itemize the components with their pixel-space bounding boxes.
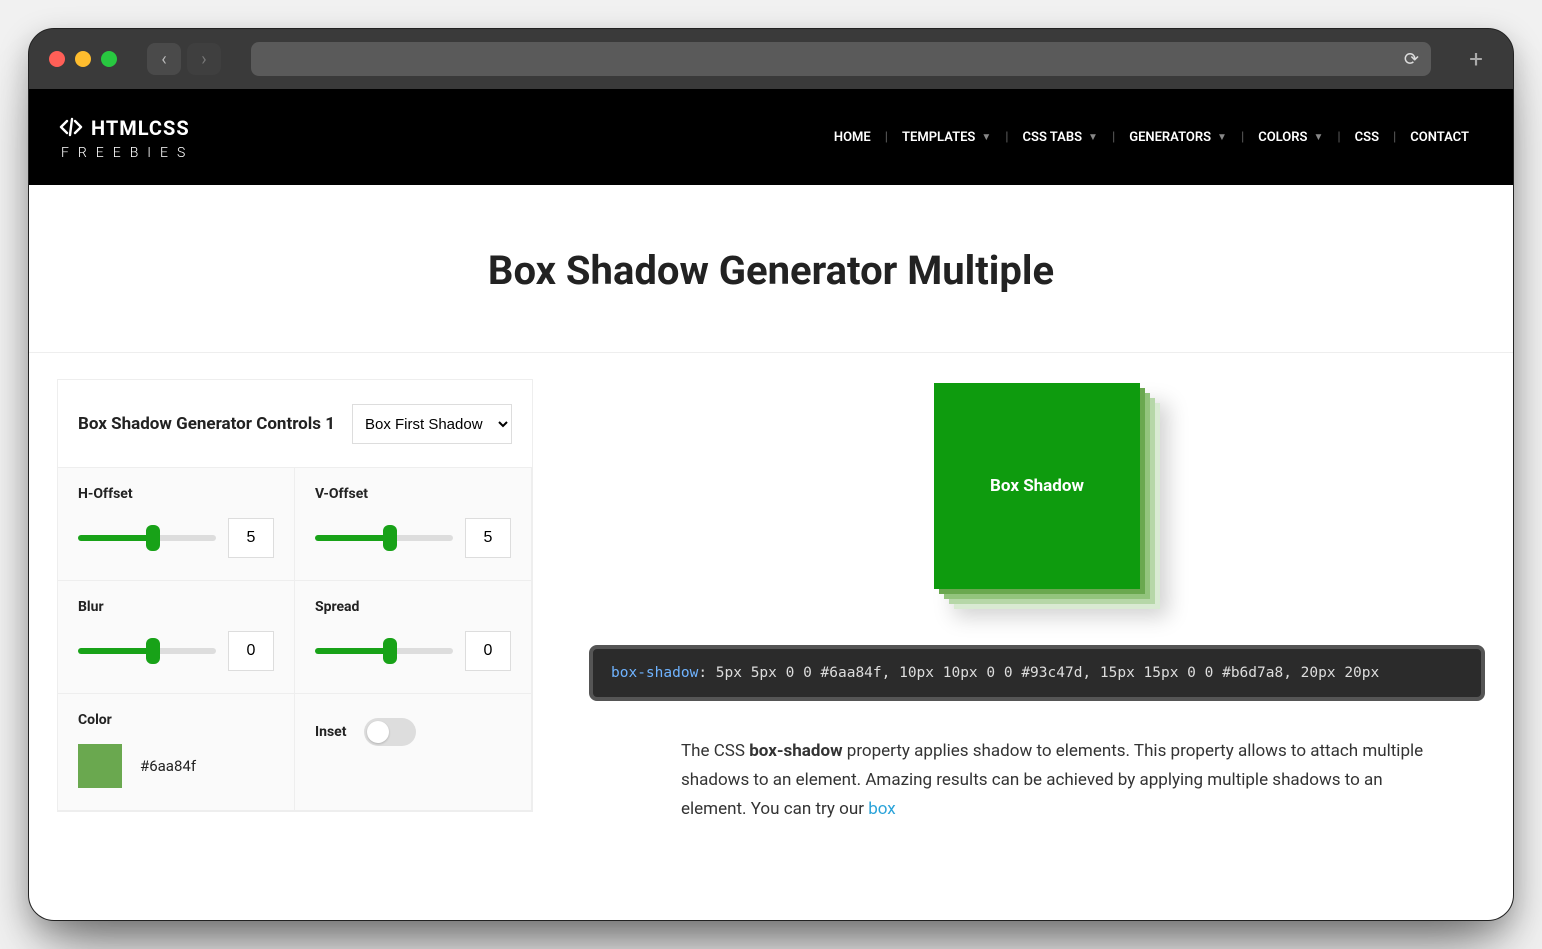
blur-value[interactable]	[228, 631, 274, 671]
blur-slider[interactable]	[78, 648, 216, 654]
new-tab-button[interactable]: +	[1459, 42, 1493, 76]
spread-slider[interactable]	[315, 648, 453, 654]
controls-panel: Box Shadow Generator Controls 1 Box Firs…	[57, 379, 533, 812]
box-shadow-link[interactable]: box	[868, 799, 896, 819]
desc-bold: box-shadow	[749, 741, 842, 761]
browser-window: ‹ › ⟳ + HTMLCSS FREEBIES HOME | TEM	[28, 28, 1514, 921]
desc-part: The CSS	[681, 741, 749, 761]
site-header: HTMLCSS FREEBIES HOME | TEMPLATES▼ | CSS…	[29, 89, 1513, 185]
nav-buttons: ‹ ›	[147, 43, 221, 75]
control-blur: Blur	[57, 580, 295, 694]
inset-label: Inset	[315, 724, 346, 740]
color-swatch[interactable]	[78, 744, 122, 788]
h-offset-value[interactable]	[228, 518, 274, 558]
browser-titlebar: ‹ › ⟳ +	[29, 29, 1513, 89]
nav-css-tabs-label: CSS TABS	[1023, 130, 1083, 145]
reload-icon[interactable]: ⟳	[1404, 49, 1419, 70]
nav-contact[interactable]: CONTACT	[1396, 130, 1483, 145]
nav-css[interactable]: CSS	[1341, 130, 1393, 145]
v-offset-label: V-Offset	[315, 486, 511, 502]
control-spread: Spread	[294, 580, 532, 694]
nav-home[interactable]: HOME	[820, 130, 885, 145]
chevron-down-icon: ▼	[1088, 132, 1098, 143]
description-text: The CSS box-shadow property applies shad…	[681, 737, 1452, 824]
css-value: : 5px 5px 0 0 #6aa84f, 10px 10px 0 0 #93…	[698, 665, 1379, 681]
toggle-knob	[367, 721, 389, 743]
color-label: Color	[78, 712, 274, 728]
control-h-offset: H-Offset	[57, 467, 295, 581]
address-bar[interactable]: ⟳	[251, 42, 1431, 76]
traffic-lights	[49, 51, 117, 67]
inset-toggle[interactable]	[364, 718, 416, 746]
box-shadow-preview: Box Shadow	[934, 383, 1140, 589]
css-property: box-shadow	[611, 665, 698, 681]
chevron-down-icon: ▼	[1313, 132, 1323, 143]
controls-title: Box Shadow Generator Controls 1	[78, 414, 335, 434]
nav-colors[interactable]: COLORS ▼	[1244, 130, 1337, 145]
nav-generators[interactable]: GENERATORS ▼	[1115, 130, 1241, 145]
preview-label: Box Shadow	[990, 476, 1084, 496]
page-title: Box Shadow Generator Multiple	[29, 185, 1513, 352]
nav-templates[interactable]: TEMPLATES ▼	[888, 130, 1005, 145]
v-offset-value[interactable]	[465, 518, 511, 558]
control-inset: Inset	[294, 693, 532, 811]
code-icon	[59, 115, 83, 142]
control-color: Color #6aa84f	[57, 693, 295, 811]
css-output[interactable]: box-shadow: 5px 5px 0 0 #6aa84f, 10px 10…	[589, 645, 1485, 701]
maximize-window-button[interactable]	[101, 51, 117, 67]
site-logo[interactable]: HTMLCSS FREEBIES	[59, 115, 194, 160]
chevron-down-icon: ▼	[981, 132, 991, 143]
logo-text-top: HTMLCSS	[91, 118, 190, 138]
minimize-window-button[interactable]	[75, 51, 91, 67]
shadow-layer-select[interactable]: Box First Shadow	[352, 404, 512, 444]
forward-button[interactable]: ›	[187, 43, 221, 75]
h-offset-slider[interactable]	[78, 535, 216, 541]
main-nav: HOME | TEMPLATES▼ | CSS TABS▼ | GENERATO…	[820, 130, 1483, 145]
page-viewport: HTMLCSS FREEBIES HOME | TEMPLATES▼ | CSS…	[29, 89, 1513, 920]
close-window-button[interactable]	[49, 51, 65, 67]
page-content: Box Shadow Generator Multiple Box Shadow…	[29, 185, 1513, 824]
nav-templates-label: TEMPLATES	[902, 130, 975, 145]
nav-generators-label: GENERATORS	[1129, 130, 1211, 145]
logo-text-bottom: FREEBIES	[59, 146, 194, 160]
color-value: #6aa84f	[140, 757, 196, 775]
back-button[interactable]: ‹	[147, 43, 181, 75]
control-v-offset: V-Offset	[294, 467, 532, 581]
v-offset-slider[interactable]	[315, 535, 453, 541]
preview-column: Box Shadow box-shadow: 5px 5px 0 0 #6aa8…	[589, 379, 1485, 824]
spread-label: Spread	[315, 599, 511, 615]
chevron-down-icon: ▼	[1217, 132, 1227, 143]
spread-value[interactable]	[465, 631, 511, 671]
h-offset-label: H-Offset	[78, 486, 274, 502]
nav-css-tabs[interactable]: CSS TABS ▼	[1009, 130, 1112, 145]
blur-label: Blur	[78, 599, 274, 615]
nav-colors-label: COLORS	[1258, 130, 1307, 145]
